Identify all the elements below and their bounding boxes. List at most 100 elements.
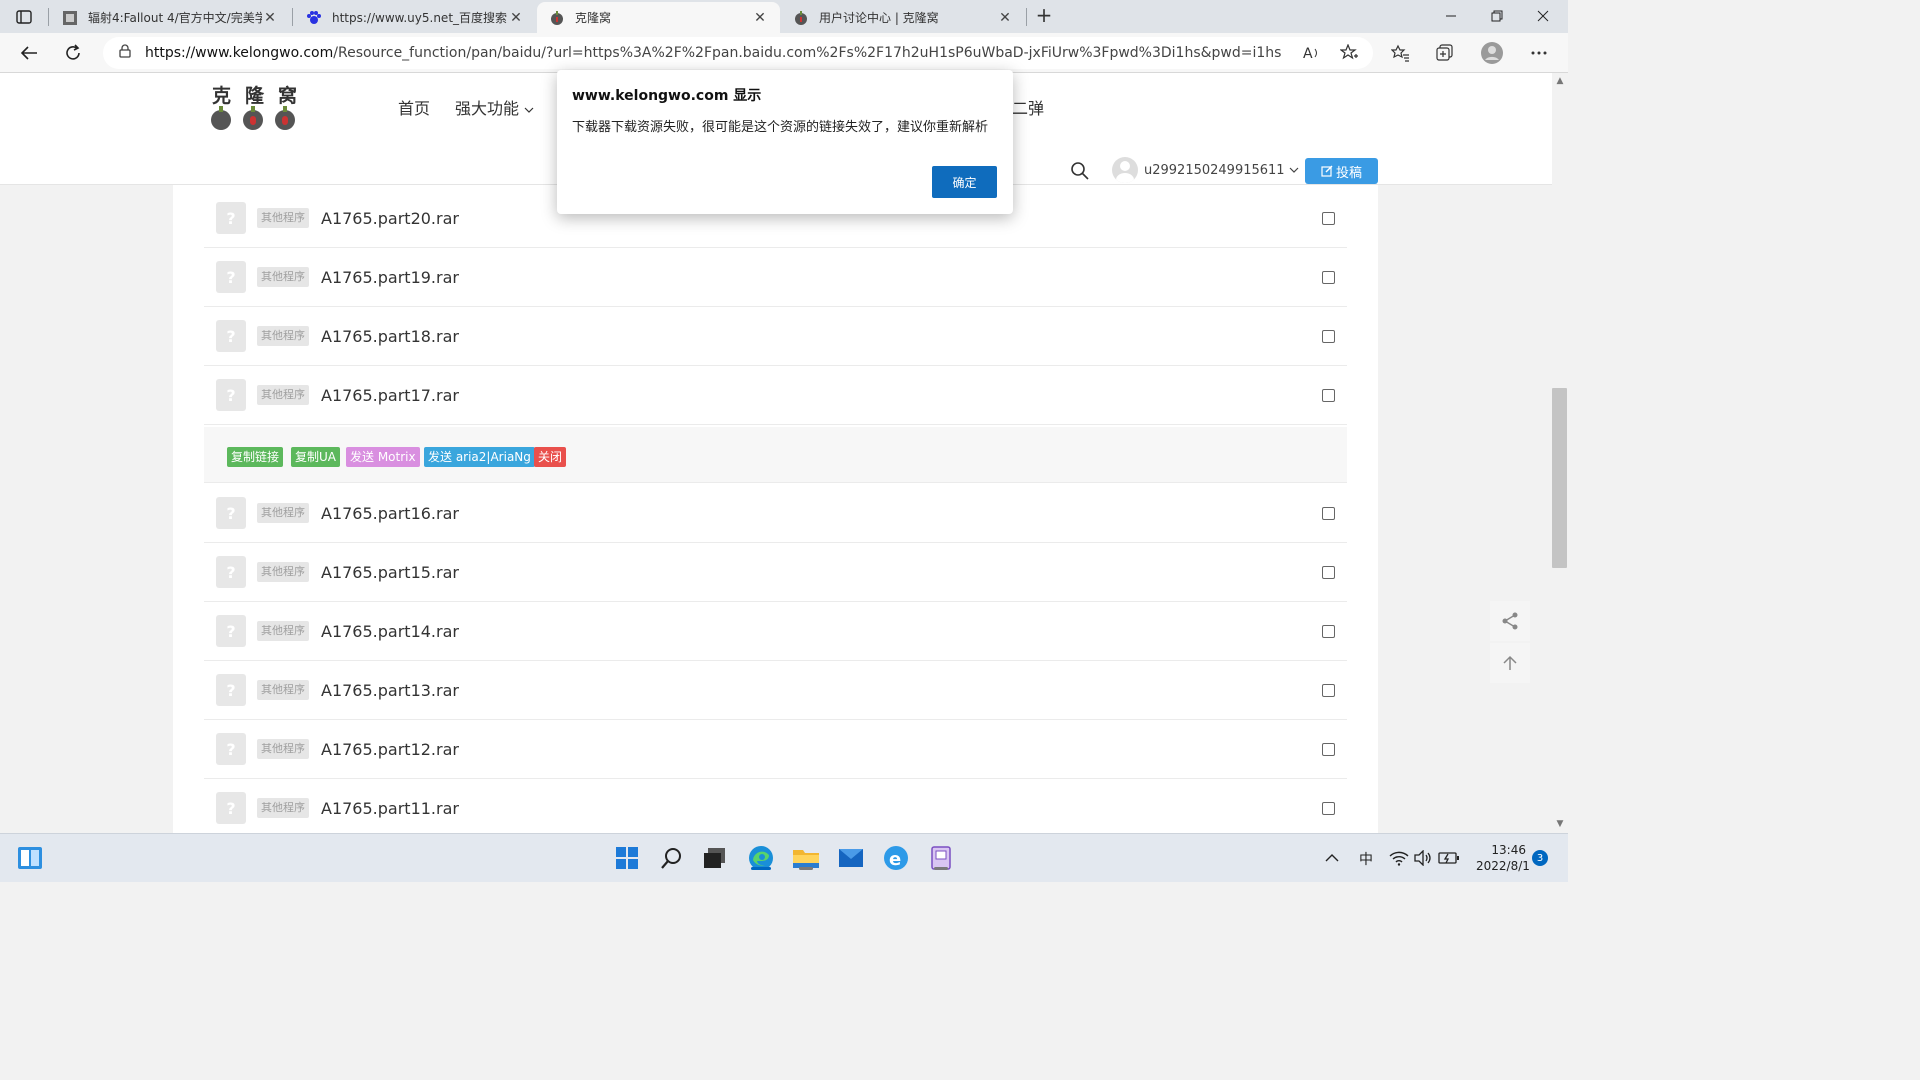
chevron-down-icon	[1289, 167, 1299, 173]
favorite-star-icon[interactable]	[1335, 39, 1363, 67]
refresh-icon[interactable]	[58, 39, 88, 67]
send-aria2-button[interactable]: 发送 aria2|AriaNg	[424, 447, 535, 467]
svg-text:e: e	[889, 849, 901, 870]
back-to-top-arrow-icon[interactable]	[1490, 643, 1530, 683]
close-icon[interactable]: ✕	[262, 10, 278, 26]
send-motrix-button[interactable]: 发送 Motrix	[346, 447, 420, 467]
game-icon	[62, 10, 78, 26]
file-explorer-icon[interactable]	[790, 842, 822, 874]
scroll-up-arrow-icon[interactable]: ▲	[1553, 76, 1567, 88]
volume-icon[interactable]	[1412, 842, 1434, 874]
tab-fallout[interactable]: 辐射4:Fallout 4/官方中文/完美学 ✕	[50, 2, 290, 33]
file-row[interactable]: ? 其他程序 A1765.part17.rar	[204, 366, 1347, 425]
read-aloud-icon[interactable]: A	[1298, 39, 1326, 67]
username: u2992150249915611	[1144, 162, 1285, 178]
new-tab-plus-icon[interactable]: +	[1033, 5, 1055, 27]
close-icon[interactable]: ✕	[508, 10, 524, 26]
close-icon[interactable]: ✕	[997, 10, 1013, 26]
minimize-icon[interactable]	[1428, 0, 1474, 32]
copy-link-button[interactable]: 复制链接	[227, 447, 284, 467]
more-menu-icon[interactable]	[1525, 39, 1553, 67]
file-row[interactable]: ? 其他程序 A1765.part18.rar	[204, 307, 1347, 366]
nav-features[interactable]: 强大功能	[455, 95, 534, 119]
wifi-icon[interactable]	[1388, 842, 1410, 874]
kelongwo-bug-icon	[549, 10, 565, 26]
collections-icon[interactable]	[1431, 39, 1459, 67]
restore-icon[interactable]	[1474, 0, 1520, 32]
file-name[interactable]: A1765.part19.rar	[321, 268, 459, 287]
file-name[interactable]: A1765.part15.rar	[321, 563, 459, 582]
scroll-down-arrow-icon[interactable]: ▼	[1553, 819, 1567, 831]
file-row[interactable]: ? 其他程序 A1765.part13.rar	[204, 661, 1347, 720]
tab-kelongwo-active[interactable]: 克隆窝 ✕	[537, 2, 780, 33]
file-row[interactable]: ? 其他程序 A1765.part19.rar	[204, 248, 1347, 307]
site-logo[interactable]: 克 隆 窝	[208, 81, 298, 141]
file-type-tag: 其他程序	[257, 208, 309, 228]
dialog-message: 下载器下载资源失败，很可能是这个资源的链接失效了，建议你重新解析	[572, 120, 989, 135]
nav-second-bomb[interactable]: 二弹	[1012, 95, 1044, 119]
profile-avatar-icon[interactable]	[1478, 39, 1506, 67]
window-close-icon[interactable]	[1520, 0, 1566, 32]
file-name[interactable]: A1765.part12.rar	[321, 740, 459, 759]
ie-browser-icon[interactable]: e	[880, 842, 912, 874]
back-arrow-icon[interactable]	[14, 39, 44, 67]
notification-badge[interactable]: 3	[1532, 850, 1548, 866]
file-name[interactable]: A1765.part11.rar	[321, 799, 459, 818]
running-indicator	[799, 867, 813, 870]
search-icon[interactable]	[656, 842, 688, 874]
tab-baidu-search[interactable]: https://www.uy5.net_百度搜索 ✕	[294, 2, 536, 33]
close-actions-button[interactable]: 关闭	[534, 447, 567, 467]
battery-charging-icon[interactable]	[1437, 842, 1461, 874]
scrollbar-thumb[interactable]	[1552, 388, 1567, 568]
file-row[interactable]: ? 其他程序 A1765.part15.rar	[204, 543, 1347, 602]
lock-icon[interactable]	[119, 44, 131, 62]
file-checkbox[interactable]	[1322, 565, 1335, 579]
file-checkbox[interactable]	[1322, 270, 1335, 284]
file-checkbox[interactable]	[1322, 329, 1335, 343]
tab-actions-menu-icon[interactable]	[12, 6, 36, 28]
file-name[interactable]: A1765.part20.rar	[321, 209, 459, 228]
file-name[interactable]: A1765.part18.rar	[321, 327, 459, 346]
file-checkbox[interactable]	[1322, 624, 1335, 638]
file-checkbox[interactable]	[1322, 388, 1335, 402]
user-menu[interactable]: u2992150249915611	[1112, 157, 1299, 183]
file-type-tag: 其他程序	[257, 562, 309, 582]
file-name[interactable]: A1765.part17.rar	[321, 386, 459, 405]
tab-separator	[292, 8, 293, 26]
file-checkbox[interactable]	[1322, 742, 1335, 756]
file-type-tag: 其他程序	[257, 739, 309, 759]
copy-ua-button[interactable]: 复制UA	[291, 447, 340, 467]
nav-home[interactable]: 首页	[398, 95, 430, 119]
mail-icon[interactable]	[835, 842, 867, 874]
url-input[interactable]: https://www.kelongwo.com/Resource_functi…	[103, 37, 1373, 69]
notepad-app-icon[interactable]	[925, 842, 957, 874]
file-row[interactable]: ? 其他程序 A1765.part12.rar	[204, 720, 1347, 779]
file-row[interactable]: ? 其他程序 A1765.part14.rar	[204, 602, 1347, 661]
dialog-title: www.kelongwo.com 显示	[572, 88, 762, 104]
file-row[interactable]: ? 其他程序 A1765.part11.rar	[204, 779, 1347, 833]
favorites-list-icon[interactable]	[1386, 39, 1414, 67]
file-checkbox[interactable]	[1322, 683, 1335, 697]
dialog-ok-button[interactable]: 确定	[932, 166, 997, 198]
tab-user-discussion[interactable]: 用户讨论中心 | 克隆窝 ✕	[781, 2, 1025, 33]
system-clock[interactable]: 13:46 2022/8/1	[1476, 842, 1530, 874]
logo-char: 窝	[278, 85, 298, 107]
ime-indicator[interactable]: 中	[1359, 849, 1373, 869]
close-icon[interactable]: ✕	[752, 10, 768, 26]
file-row[interactable]: ? 其他程序 A1765.part16.rar	[204, 484, 1347, 543]
file-checkbox[interactable]	[1322, 506, 1335, 520]
start-windows-icon[interactable]	[611, 842, 643, 874]
task-view-icon[interactable]	[699, 842, 731, 874]
search-icon[interactable]	[1070, 161, 1090, 181]
chevron-up-icon[interactable]	[1322, 842, 1342, 874]
edge-browser-icon[interactable]	[745, 842, 777, 874]
file-name[interactable]: A1765.part16.rar	[321, 504, 459, 523]
post-button[interactable]: 投稿	[1305, 158, 1378, 184]
file-checkbox[interactable]	[1322, 211, 1335, 225]
share-icon[interactable]	[1490, 601, 1530, 641]
file-name[interactable]: A1765.part13.rar	[321, 681, 459, 700]
download-action-bar: 复制链接 复制UA 发送 Motrix 发送 aria2|AriaNg 关闭	[204, 427, 1347, 483]
widgets-icon[interactable]	[14, 842, 46, 874]
file-checkbox[interactable]	[1322, 801, 1335, 815]
file-name[interactable]: A1765.part14.rar	[321, 622, 459, 641]
